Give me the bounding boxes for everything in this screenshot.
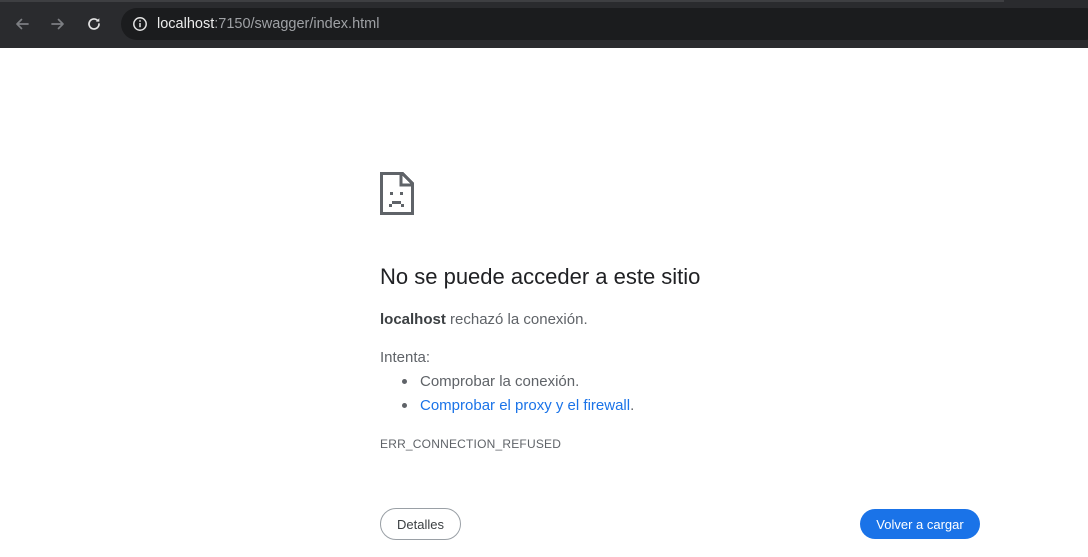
reload-button[interactable] (80, 10, 108, 38)
error-code: ERR_CONNECTION_REFUSED (380, 437, 562, 451)
arrow-right-icon (51, 18, 64, 30)
suggestion-check-proxy-firewall: Comprobar el proxy y el firewall. (380, 397, 634, 421)
error-host: localhost (380, 311, 446, 328)
details-button[interactable]: Detalles (380, 508, 461, 540)
suggestion-suffix: . (630, 397, 635, 414)
address-bar[interactable]: localhost:7150/swagger/index.html (121, 8, 1088, 40)
reload-icon (88, 18, 100, 30)
error-description: localhost rechazó la conexión. (380, 311, 588, 329)
back-button[interactable] (8, 10, 36, 38)
url-host: localhost (157, 16, 215, 32)
check-proxy-firewall-link[interactable]: Comprobar el proxy y el firewall (420, 397, 630, 414)
url-text[interactable]: localhost:7150/swagger/index.html (157, 15, 379, 33)
bullet (402, 403, 407, 408)
forward-button[interactable] (44, 10, 72, 38)
info-circle-icon (133, 17, 147, 31)
sad-document-icon (380, 172, 414, 215)
error-message: rechazó la conexión. (445, 311, 588, 328)
try-label: Intenta: (380, 349, 431, 366)
suggestion-text: Comprobar la conexión. (420, 373, 580, 390)
url-path: :7150/swagger/index.html (214, 16, 380, 32)
browser-toolbar: localhost:7150/swagger/index.html (0, 0, 1088, 48)
bullet (402, 379, 407, 384)
arrow-left-icon (16, 18, 29, 30)
site-info-button[interactable] (128, 12, 152, 36)
suggestion-check-connection: Comprobar la conexión. (380, 373, 634, 397)
reload-page-button[interactable]: Volver a cargar (860, 509, 980, 539)
error-title: No se puede acceder a este sitio (380, 264, 701, 289)
tab-strip-edge (0, 0, 1004, 2)
suggestions-list: Comprobar la conexión. Comprobar el prox… (380, 373, 634, 421)
